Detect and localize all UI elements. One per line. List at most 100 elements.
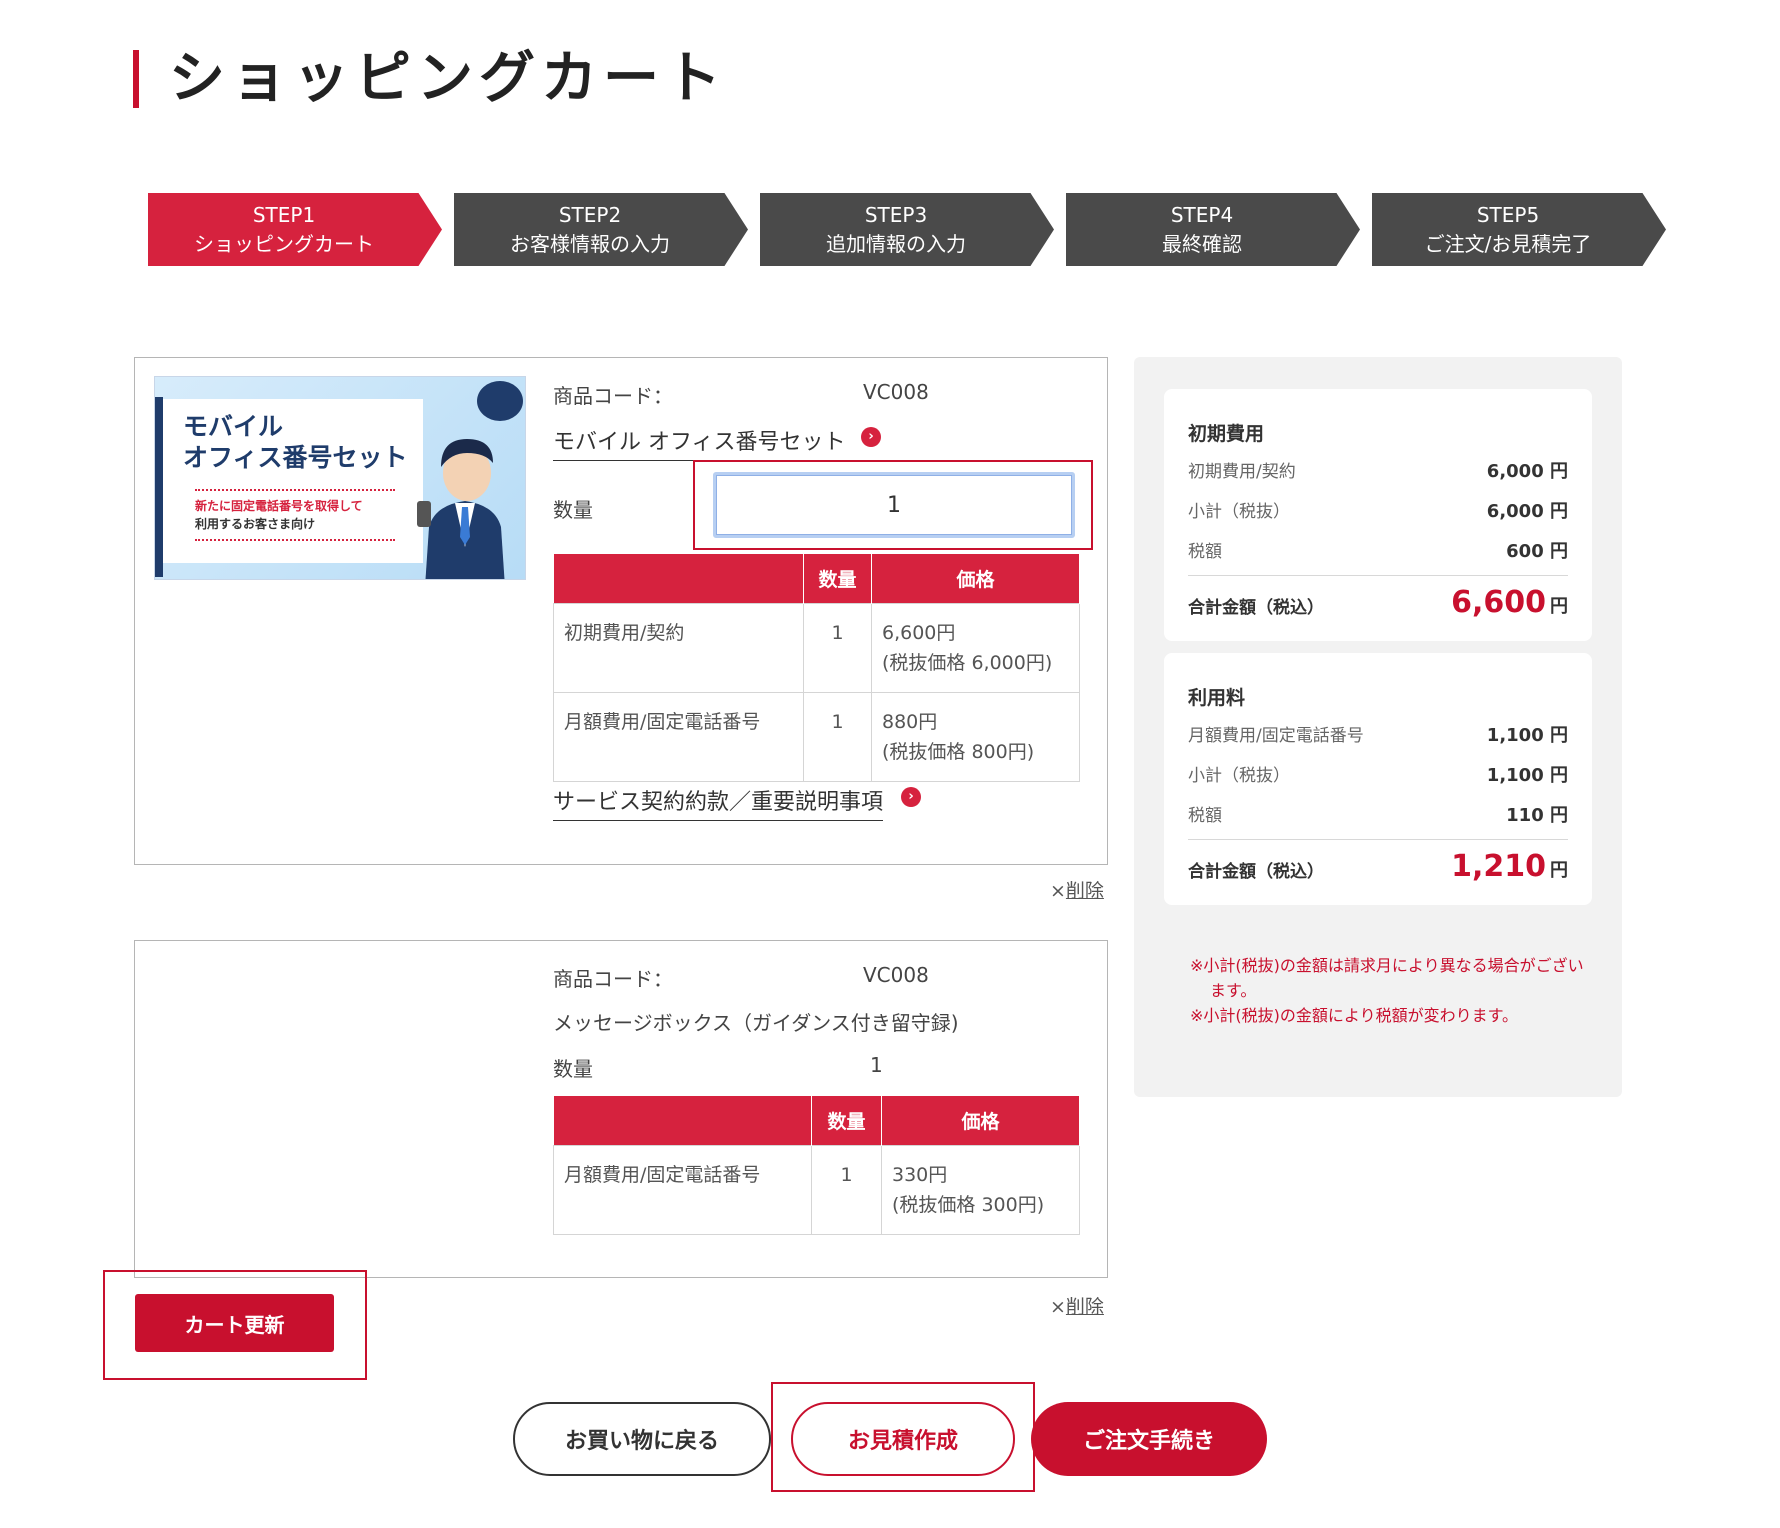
summary-row: 小計（税抜） 6,000 円 (1188, 497, 1568, 522)
product-thumbnail[interactable]: モバイル オフィス番号セット 新たに固定電話番号を取得して 利用するお客さま向け (154, 376, 526, 580)
delete-item-2[interactable]: ×削除 (1050, 1292, 1104, 1319)
summary-row-value: 6,000 円 (1486, 461, 1568, 482)
thumbnail-subtitle: 新たに固定電話番号を取得して 利用するお客さま向け (195, 489, 395, 541)
product-name-link[interactable]: モバイル オフィス番号セット (553, 424, 846, 461)
thumbnail-title-line1: モバイル (183, 412, 284, 441)
thumbnail-accent-bar (155, 397, 163, 577)
summary-total-unit: 円 (1550, 596, 1568, 617)
thumbnail-title-line2: オフィス番号セット (183, 443, 408, 472)
product-code-value: VC008 (863, 380, 929, 404)
row-price-excl: (税抜価格 300円) (892, 1193, 1045, 1216)
delete-x-icon: × (1050, 1296, 1066, 1318)
delete-link[interactable]: 削除 (1066, 880, 1104, 902)
row-quantity: 1 (803, 602, 872, 693)
step-5-label: ご注文/お見積完了 (1424, 232, 1592, 256)
thumbnail-subtitle-line2: 利用するお客さま向け (195, 517, 316, 531)
summary-divider (1188, 575, 1568, 576)
order-summary-panel: 初期費用 初期費用/契約 6,000 円 小計（税抜） 6,000 円 税額 6… (1134, 357, 1622, 1097)
summary-total-amount: 6,600 (1451, 585, 1546, 620)
quantity-input[interactable] (713, 472, 1075, 538)
page-title: ショッピングカート (133, 50, 727, 108)
price-table: 数量 価格 初期費用/契約 1 6,600円 (税抜価格 6,000円) 月額費… (553, 554, 1080, 782)
header-price: 価格 (881, 1096, 1080, 1145)
delete-x-icon: × (1050, 880, 1066, 902)
delete-link[interactable]: 削除 (1066, 1296, 1104, 1318)
row-quantity: 1 (811, 1144, 882, 1235)
step-4: STEP4 最終確認 (1066, 193, 1360, 266)
step-3: STEP3 追加情報の入力 (760, 193, 1054, 266)
header-item (553, 1096, 812, 1145)
usage-fee-heading: 利用料 (1188, 687, 1246, 709)
summary-row: 税額 110 円 (1188, 801, 1568, 826)
telephone-icon (477, 381, 523, 421)
row-price-excl: (税抜価格 800円) (882, 740, 1035, 763)
businessman-illustration-icon (417, 439, 505, 579)
summary-row: 月額費用/固定電話番号 1,100 円 (1188, 721, 1568, 746)
header-item (553, 554, 804, 603)
step-1: STEP1 ショッピングカート (148, 193, 442, 266)
product-code-value: VC008 (863, 963, 929, 987)
create-estimate-button[interactable]: お見積作成 (791, 1402, 1015, 1476)
step-indicator: STEP1 ショッピングカート STEP2 お客様情報の入力 STEP3 追加情… (148, 193, 1668, 266)
summary-total-unit: 円 (1550, 860, 1568, 881)
summary-total-value: 6,600 円 (1451, 585, 1568, 620)
row-price-excl: (税抜価格 6,000円) (882, 651, 1053, 674)
summary-row-label: 小計（税抜） (1188, 766, 1290, 786)
table-row: 月額費用/固定電話番号 1 880円 (税抜価格 800円) (553, 691, 1080, 782)
cart-update-highlight-box: カート更新 (103, 1270, 367, 1380)
initial-cost-card: 初期費用 初期費用/契約 6,000 円 小計（税抜） 6,000 円 税額 6… (1164, 389, 1592, 641)
quantity-value: 1 (870, 1053, 883, 1077)
summary-row: 初期費用/契約 6,000 円 (1188, 457, 1568, 482)
arrow-right-circle-icon: › (901, 786, 921, 807)
summary-divider (1188, 839, 1568, 840)
step-3-label: 追加情報の入力 (826, 232, 966, 256)
summary-row-label: 税額 (1188, 806, 1222, 826)
cart-item: モバイル オフィス番号セット 新たに固定電話番号を取得して 利用するお客さま向け… (134, 357, 1108, 865)
terms-link-arrow[interactable]: › (893, 786, 921, 807)
step-4-label: 最終確認 (1162, 232, 1242, 256)
thumbnail-subtitle-line1: 新たに固定電話番号を取得して (195, 499, 363, 513)
summary-note: ※小計(税抜)の金額により税額が変わります。 (1190, 1006, 1518, 1025)
quantity-label: 数量 (553, 1057, 593, 1081)
cart-update-button[interactable]: カート更新 (135, 1294, 334, 1352)
terms-link[interactable]: サービス契約約款／重要説明事項 (553, 784, 884, 821)
estimate-highlight-box: お見積作成 (771, 1382, 1035, 1492)
summary-row-value: 110 円 (1506, 805, 1568, 826)
summary-row-label: 小計（税抜） (1188, 502, 1290, 522)
step-5-num: STEP5 (1476, 203, 1540, 227)
header-price: 価格 (871, 554, 1080, 603)
summary-row-label: 税額 (1188, 542, 1222, 562)
summary-total: 合計金額（税込） 6,600 円 (1188, 585, 1568, 625)
step-1-label: ショッピングカート (194, 232, 374, 256)
header-quantity: 数量 (803, 554, 872, 603)
price-table: 数量 価格 月額費用/固定電話番号 1 330円 (税抜価格 300円) (553, 1096, 1080, 1235)
step-3-num: STEP3 (864, 203, 928, 227)
delete-item-1[interactable]: ×削除 (1050, 876, 1104, 903)
product-link-arrow[interactable]: › (853, 426, 881, 447)
summary-total: 合計金額（税込） 1,210 円 (1188, 849, 1568, 889)
row-item-name: 月額費用/固定電話番号 (553, 1144, 812, 1235)
step-2-num: STEP2 (558, 203, 622, 227)
initial-cost-heading: 初期費用 (1188, 423, 1265, 445)
summary-total-amount: 1,210 (1451, 849, 1546, 884)
table-row: 月額費用/固定電話番号 1 330円 (税抜価格 300円) (553, 1144, 1080, 1235)
summary-row-value: 1,100 円 (1486, 765, 1568, 786)
summary-row-value: 1,100 円 (1486, 725, 1568, 746)
row-price: 330円 (税抜価格 300円) (881, 1144, 1080, 1235)
row-quantity: 1 (803, 691, 872, 782)
summary-row-label: 月額費用/固定電話番号 (1188, 726, 1364, 746)
row-item-name: 月額費用/固定電話番号 (553, 691, 804, 782)
usage-fee-card: 利用料 月額費用/固定電話番号 1,100 円 小計（税抜） 1,100 円 税… (1164, 653, 1592, 905)
summary-total-value: 1,210 円 (1451, 849, 1568, 884)
terms-link-label: サービス契約約款／重要説明事項 (553, 790, 884, 815)
product-code-label: 商品コード： (553, 967, 673, 991)
summary-row: 税額 600 円 (1188, 537, 1568, 562)
table-row: 初期費用/契約 1 6,600円 (税抜価格 6,000円) (553, 602, 1080, 693)
row-price-incl: 330円 (892, 1163, 948, 1186)
step-4-num: STEP4 (1170, 203, 1234, 227)
proceed-to-order-button[interactable]: ご注文手続き (1031, 1402, 1267, 1476)
step-1-num: STEP1 (252, 203, 316, 227)
back-to-shopping-button[interactable]: お買い物に戻る (513, 1402, 771, 1476)
row-price-incl: 6,600円 (882, 621, 956, 644)
summary-total-label: 合計金額（税込） (1188, 598, 1324, 618)
